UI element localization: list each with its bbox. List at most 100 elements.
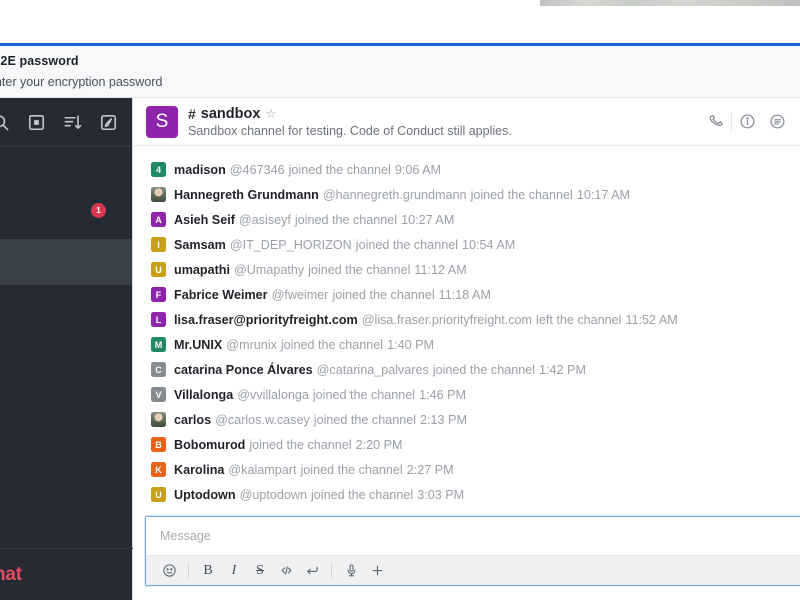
avatar[interactable] bbox=[151, 412, 166, 427]
message-row[interactable]: M Mr.UNIX @mrunix joined the channel 1:40 PM bbox=[133, 332, 800, 357]
message-handle: @mrunix bbox=[226, 337, 277, 352]
message-username[interactable]: madison bbox=[174, 163, 226, 177]
message-handle: @uptodown bbox=[239, 487, 307, 502]
message-row[interactable]: B Bobomurod joined the channel 2:20 PM bbox=[133, 432, 800, 457]
message-system-action: joined the channel bbox=[310, 487, 414, 502]
message-row[interactable]: U Uptodown @uptodown joined the channel 3:03… bbox=[133, 482, 800, 507]
message-timestamp: 9:06 AM bbox=[394, 162, 442, 177]
sidebar-room-item[interactable] bbox=[0, 285, 132, 331]
message-username[interactable]: carlos bbox=[174, 413, 211, 427]
message-row[interactable]: carlos @carlos.w.casey joined the channel 2… bbox=[133, 407, 800, 432]
message-row[interactable]: V Villalonga @vvillalonga joined the channe… bbox=[133, 382, 800, 407]
multiline-button[interactable] bbox=[299, 558, 325, 584]
avatar[interactable]: U bbox=[151, 487, 166, 502]
message-row[interactable]: K Karolina @kalampart joined the channel 2:2… bbox=[133, 457, 800, 482]
avatar[interactable]: L bbox=[151, 312, 166, 327]
avatar[interactable]: K bbox=[151, 462, 166, 477]
italic-button[interactable]: I bbox=[221, 558, 247, 584]
bold-button[interactable]: B bbox=[195, 558, 221, 584]
message-username[interactable]: Mr.UNIX bbox=[174, 338, 222, 352]
avatar[interactable] bbox=[151, 187, 166, 202]
create-new-icon[interactable] bbox=[99, 113, 118, 132]
sidebar-room-list: 1 bbox=[0, 147, 132, 423]
message-list[interactable]: 4 madison @467346 joined the channel 9:06 AM… bbox=[133, 146, 800, 516]
avatar[interactable]: U bbox=[151, 262, 166, 277]
message-row[interactable]: Uumapathi @Umapathy joined the channel 11:1… bbox=[133, 257, 800, 282]
message-username[interactable]: Karolina bbox=[174, 463, 224, 477]
message-handle: @fweimer bbox=[271, 287, 329, 302]
sidebar-room-item[interactable] bbox=[0, 147, 132, 193]
message-username[interactable]: umapathi bbox=[174, 263, 230, 277]
sidebar-room-item-unread[interactable]: 1 bbox=[0, 193, 132, 239]
message-username[interactable]: Bobomurod bbox=[174, 438, 245, 452]
message-system-action: joined the channel bbox=[312, 387, 416, 402]
call-icon[interactable] bbox=[701, 107, 731, 137]
message-handle: @467346 bbox=[229, 162, 285, 177]
message-system-action: joined the channel bbox=[308, 262, 411, 277]
avatar[interactable]: V bbox=[151, 387, 166, 402]
code-button[interactable] bbox=[273, 558, 299, 584]
message-timestamp: 2:20 PM bbox=[355, 437, 403, 452]
sort-icon[interactable] bbox=[63, 113, 82, 132]
sidebar-room-item[interactable] bbox=[0, 377, 132, 423]
message-system-action: joined the channel bbox=[470, 187, 573, 202]
directory-icon[interactable] bbox=[27, 113, 46, 132]
message-username[interactable]: Samsam bbox=[174, 238, 226, 252]
message-timestamp: 10:54 AM bbox=[462, 237, 516, 252]
message-system-action: joined the channel bbox=[300, 462, 403, 477]
message-timestamp: 1:46 PM bbox=[419, 387, 466, 402]
kebab-menu-icon[interactable] bbox=[762, 107, 792, 137]
message-input[interactable]: Message bbox=[146, 517, 800, 555]
avatar[interactable]: C bbox=[151, 362, 166, 377]
avatar[interactable]: I bbox=[151, 237, 166, 252]
message-row[interactable]: A Asieh Seif @asiseyf joined the channel 10:… bbox=[133, 207, 800, 232]
message-row[interactable]: Llisa.fraser@priorityfreight.com @lisa.fr… bbox=[133, 307, 800, 332]
message-timestamp: 2:13 PM bbox=[420, 412, 467, 427]
message-system-action: joined the channel bbox=[288, 162, 391, 177]
avatar[interactable]: F bbox=[151, 287, 166, 302]
avatar[interactable]: B bbox=[151, 437, 166, 452]
page-title[interactable]: sandbox bbox=[201, 106, 261, 122]
message-system-action: joined the channel bbox=[280, 337, 384, 352]
e2e-password-banner[interactable]: E2E password enter your encryption passw… bbox=[0, 46, 800, 98]
message-composer[interactable]: Message BIS bbox=[145, 516, 800, 586]
message-timestamp: 3:03 PM bbox=[417, 487, 465, 502]
message-username[interactable]: Villalonga bbox=[174, 388, 233, 402]
message-handle: @lisa.fraser.priorityfreight.com bbox=[361, 312, 533, 327]
message-username[interactable]: lisa.fraser@priorityfreight.com bbox=[174, 313, 358, 327]
message-row[interactable]: Hannegreth Grundmann @hannegreth.grundman… bbox=[133, 182, 800, 207]
message-username[interactable]: catarina Ponce Álvares bbox=[174, 363, 313, 377]
plus-icon[interactable] bbox=[364, 558, 390, 584]
message-row[interactable]: F Fabrice Weimer @fweimer joined the channe… bbox=[133, 282, 800, 307]
avatar-photo bbox=[151, 187, 166, 202]
e2e-banner-subtitle: enter your encryption password bbox=[0, 75, 163, 89]
favorite-star-icon[interactable]: ☆ bbox=[265, 106, 276, 121]
sidebar-room-item[interactable] bbox=[0, 331, 132, 377]
message-handle: @carlos.w.casey bbox=[215, 412, 310, 427]
message-username[interactable]: Fabrice Weimer bbox=[174, 288, 268, 302]
message-timestamp: 1:42 PM bbox=[539, 362, 586, 377]
message-row[interactable]: I Samsam @IT_DEP_HORIZON joined the channel… bbox=[133, 232, 800, 257]
message-timestamp: 11:12 AM bbox=[414, 262, 467, 277]
message-timestamp: 2:27 PM bbox=[406, 462, 454, 477]
avatar[interactable]: A bbox=[151, 212, 166, 227]
message-system-action: left the channel bbox=[536, 312, 622, 327]
search-icon[interactable] bbox=[0, 113, 10, 132]
message-row[interactable]: 4 madison @467346 joined the channel 9:06 AM bbox=[133, 157, 800, 182]
microphone-icon[interactable] bbox=[338, 558, 364, 584]
avatar[interactable]: M bbox=[151, 337, 166, 352]
message-row[interactable]: Ccatarina Ponce Álvares @catarina_palvare… bbox=[133, 357, 800, 382]
strikethrough-button[interactable]: S bbox=[247, 558, 273, 584]
message-username[interactable]: Uptodown bbox=[174, 488, 236, 502]
info-icon[interactable] bbox=[732, 107, 762, 137]
sidebar-room-item-selected[interactable] bbox=[0, 239, 132, 285]
channel-title-row: # sandbox ☆ bbox=[188, 106, 701, 122]
emoji-icon[interactable] bbox=[156, 558, 182, 584]
channel-meta: # sandbox ☆ Sandbox channel for testing.… bbox=[188, 106, 701, 138]
avatar[interactable]: 4 bbox=[151, 162, 166, 177]
composer-toolbar: BIS bbox=[146, 555, 800, 585]
message-username[interactable]: Asieh Seif bbox=[174, 213, 235, 227]
message-username[interactable]: Hannegreth Grundmann bbox=[174, 188, 319, 202]
e2e-banner-title: E2E password bbox=[0, 54, 79, 68]
composer-area: Message BIS bbox=[133, 516, 800, 600]
